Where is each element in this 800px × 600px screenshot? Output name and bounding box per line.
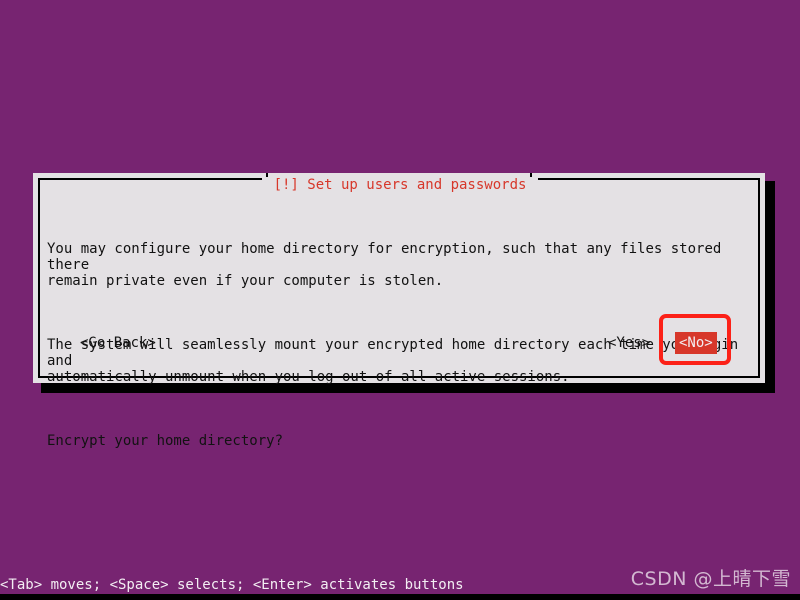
yes-button[interactable]: <Yes> [608, 334, 650, 352]
dialog-button-row: <Go Back> <Yes> <No> [47, 332, 753, 354]
go-back-button[interactable]: <Go Back> [80, 334, 156, 352]
dialog-question: Encrypt your home directory? [47, 433, 284, 449]
bottom-black-strip [0, 594, 800, 600]
dialog-paragraph-1: You may configure your home directory fo… [47, 241, 722, 289]
dialog-title: [!] Set up users and passwords [0, 177, 800, 193]
dialog-title-text: [!] Set up users and passwords [261, 177, 539, 193]
no-button-annotation-highlight [659, 314, 731, 365]
ubuntu-installer-screen: { "screen": { "background_color": "#7724… [0, 0, 800, 600]
csdn-watermark: CSDN @上晴下雪 [630, 568, 791, 590]
